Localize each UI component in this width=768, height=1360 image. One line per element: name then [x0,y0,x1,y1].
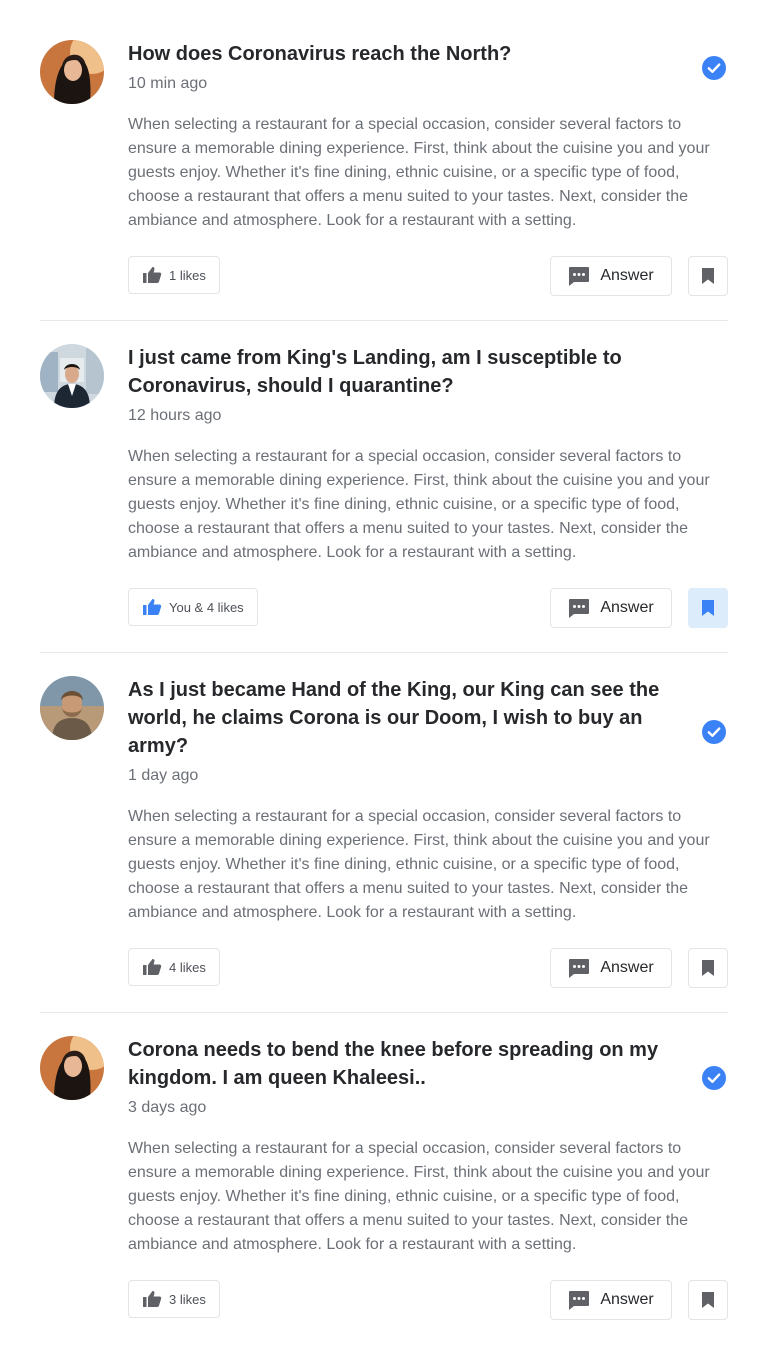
answer-button[interactable]: Answer [550,1280,672,1320]
question-card: As I just became Hand of the King, our K… [40,676,728,988]
bookmark-button[interactable] [688,1280,728,1320]
comment-icon [569,1291,590,1310]
divider [40,1012,728,1013]
question-card: I just came from King's Landing, am I su… [40,344,728,628]
question-card: Corona needs to bend the knee before spr… [40,1036,728,1320]
question-title[interactable]: As I just became Hand of the King, our K… [128,676,688,760]
comment-icon [569,267,590,286]
answer-label: Answer [600,1291,654,1308]
post-body: When selecting a restaurant for a specia… [128,1140,710,1253]
divider [40,320,728,321]
post-body: When selecting a restaurant for a specia… [128,448,710,561]
question-title[interactable]: Corona needs to bend the knee before spr… [128,1036,688,1092]
bookmark-button[interactable] [688,588,728,628]
post-timestamp: 10 min ago [128,75,208,92]
answer-label: Answer [600,267,654,284]
like-button[interactable]: 3 likes [128,1280,220,1318]
post-timestamp: 3 days ago [128,1099,207,1116]
like-button[interactable]: You & 4 likes [128,588,258,626]
like-count: 1 likes [169,267,206,283]
like-button[interactable]: 1 likes [128,256,220,294]
thumbs-up-icon [143,267,162,283]
answer-button[interactable]: Answer [550,948,672,988]
answer-button[interactable]: Answer [550,588,672,628]
post-timestamp: 12 hours ago [128,407,222,424]
bookmark-icon [702,268,714,284]
thumbs-up-icon [143,959,162,975]
like-count: 3 likes [169,1291,206,1307]
like-button[interactable]: 4 likes [128,948,220,986]
avatar-man-suit-icon[interactable] [40,344,104,408]
post-timestamp: 1 day ago [128,767,199,784]
avatar-man-beard-icon[interactable] [40,676,104,740]
answer-button[interactable]: Answer [550,256,672,296]
question-title[interactable]: I just came from King's Landing, am I su… [128,344,688,400]
verified-check-icon [702,720,726,744]
avatar-woman-icon[interactable] [40,40,104,104]
verified-check-icon [702,1066,726,1090]
answer-label: Answer [600,599,654,616]
post-body: When selecting a restaurant for a specia… [128,808,710,921]
bookmark-icon [702,1292,714,1308]
bookmark-icon [702,960,714,976]
bookmark-icon [702,600,714,616]
question-title[interactable]: How does Coronavirus reach the North? [128,40,688,68]
avatar-woman-icon[interactable] [40,1036,104,1100]
verified-check-icon [702,56,726,80]
comment-icon [569,959,590,978]
like-count: 4 likes [169,959,206,975]
bookmark-button[interactable] [688,256,728,296]
divider [40,652,728,653]
bookmark-button[interactable] [688,948,728,988]
thumbs-up-icon [143,1291,162,1307]
post-body: When selecting a restaurant for a specia… [128,116,710,229]
question-card: How does Coronavirus reach the North? 10… [40,40,728,296]
answer-label: Answer [600,959,654,976]
like-count: You & 4 likes [169,599,244,615]
comment-icon [569,599,590,618]
thumbs-up-icon [143,599,162,615]
